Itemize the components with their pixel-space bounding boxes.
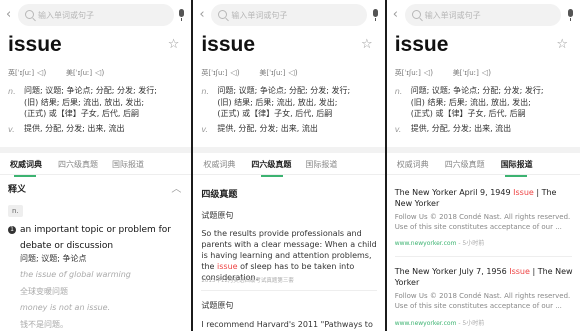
- subheading: 试题原句: [201, 211, 234, 220]
- news-snippet: Follow Us © 2018 Condé Nast. All rights …: [394, 292, 571, 310]
- tab-underline: [14, 175, 36, 177]
- news-title[interactable]: The New Yorker April 9, 1949 Issue | The…: [395, 187, 573, 209]
- news-snippet: Follow Us © 2018 Condé Nast. All rights …: [394, 213, 571, 231]
- speaker-icon[interactable]: ◁): [424, 68, 433, 77]
- sense-definition-en: an important topic or problem for debate…: [20, 225, 172, 251]
- news-title[interactable]: The New Yorker July 7, 1956 Issue | The …: [395, 266, 573, 288]
- section-title: 释义: [8, 185, 27, 195]
- tab-bar: 权威词典 四六级真题 国际报道: [386, 156, 580, 177]
- basic-definition: 提供, 分配, 分发; 出来, 流出: [217, 124, 318, 133]
- star-icon[interactable]: ☆: [556, 37, 568, 52]
- mic-icon[interactable]: [372, 9, 378, 21]
- phonetic-uk[interactable]: 英[ˈɪʃuː] ◁): [8, 68, 46, 78]
- chevron-up-icon[interactable]: ︿: [171, 180, 181, 195]
- panel-dictionary: ‹ issue ☆ 英[ˈɪʃuː]◁) 美[ˈɪʃuː]◁) n. 问题; 议…: [0, 0, 192, 331]
- highlight-word: Issue: [513, 188, 534, 197]
- search-bar[interactable]: [404, 4, 561, 26]
- speaker-icon[interactable]: ◁): [288, 68, 297, 77]
- news-source[interactable]: www.newyorker.com - 5小时前: [395, 318, 485, 327]
- tab-bar: 权威词典 四六级真题 国际报道: [193, 156, 385, 177]
- top-bar: ‹: [387, 4, 580, 26]
- pos-badge: n.: [8, 205, 23, 217]
- tab-international-news[interactable]: 国际报道: [305, 159, 337, 170]
- top-bar: ‹: [0, 4, 191, 26]
- pos-label: v.: [201, 125, 208, 134]
- divider: [201, 290, 377, 291]
- top-bar: ‹: [193, 4, 384, 26]
- tab-bar: 权威词典 四六级真题 国际报道: [0, 156, 192, 177]
- phonetic-uk[interactable]: 英[ˈɪʃuː] ◁): [201, 68, 239, 78]
- example-en: money is not an issue.: [20, 303, 111, 312]
- basic-definition: 问题; 议题; 争论点; 分配; 分发; 发行; (旧) 结果; 后果; 流出, …: [217, 86, 351, 118]
- back-arrow-icon[interactable]: ‹: [6, 8, 11, 22]
- example-en: the issue of global warming: [20, 270, 131, 279]
- panel-news: ‹ issue ☆ 英[ˈɪʃuː]◁) 美[ˈɪʃuː]◁) n. 问题; 议…: [386, 0, 580, 331]
- speaker-icon[interactable]: ◁): [37, 68, 46, 77]
- tab-international-news[interactable]: 国际报道: [501, 159, 533, 170]
- headword: issue: [201, 33, 256, 56]
- highlight-word: Issue: [509, 267, 530, 276]
- back-arrow-icon[interactable]: ‹: [393, 8, 398, 22]
- divider: [386, 147, 580, 153]
- sense-number: 1: [8, 226, 16, 234]
- section-title: 四级真题: [201, 190, 238, 200]
- phonetic-us[interactable]: 美[ˈɪʃuː] ◁): [66, 68, 104, 78]
- sense-definition-cn: 问题; 议题; 争论点: [20, 254, 87, 263]
- panel-cet: ‹ issue ☆ 英[ˈɪʃuː]◁) 美[ˈɪʃuː]◁) n. 问题; 议…: [193, 0, 385, 331]
- search-input[interactable]: [38, 7, 166, 23]
- example-cn: 全球变暖问题: [20, 287, 68, 296]
- tab-cet-questions[interactable]: 四六级真题: [445, 159, 485, 170]
- pos-label: v.: [394, 125, 402, 134]
- pos-label: v.: [8, 125, 15, 134]
- mic-icon[interactable]: [179, 9, 185, 21]
- basic-definition: 问题; 议题; 争论点; 分配; 分发; 发行; (旧) 结果; 后果; 流出, …: [410, 86, 544, 118]
- exam-sentence: I recommend Harvard's 2011 "Pathways to: [201, 320, 373, 329]
- mic-icon[interactable]: [568, 9, 574, 21]
- basic-definition: 问题; 议题; 争论点; 分配; 分发; 发行; (旧) 结果; 后果; 流出, …: [24, 86, 157, 118]
- basic-definition: 提供, 分配, 分发; 出来, 流出: [24, 124, 125, 133]
- search-bar[interactable]: [211, 4, 368, 26]
- headword: issue: [8, 33, 62, 56]
- divider: [0, 147, 192, 153]
- news-source[interactable]: www.newyorker.com - 5小时前: [395, 238, 485, 247]
- star-icon[interactable]: ☆: [168, 37, 180, 52]
- search-icon: [411, 10, 421, 19]
- tab-cet-questions[interactable]: 四六级真题: [58, 159, 98, 170]
- tab-authoritative-dict[interactable]: 权威词典: [203, 159, 235, 170]
- basic-definition: 提供, 分配, 分发; 出来, 流出: [410, 124, 512, 133]
- subheading: 试题原句: [201, 301, 234, 310]
- tab-underline: [504, 175, 527, 177]
- speaker-icon[interactable]: ◁): [230, 68, 239, 77]
- phonetic-uk[interactable]: 英[ˈɪʃuː] ◁): [395, 68, 433, 78]
- search-icon: [25, 10, 34, 19]
- star-icon[interactable]: ☆: [361, 37, 373, 52]
- pos-label: n.: [394, 87, 403, 96]
- search-icon: [218, 10, 228, 19]
- search-input[interactable]: [231, 7, 360, 23]
- phonetic-us[interactable]: 美[ˈɪʃuː] ◁): [453, 68, 491, 78]
- tab-authoritative-dict[interactable]: 权威词典: [10, 159, 42, 170]
- divider: [394, 256, 573, 257]
- speaker-icon[interactable]: ◁): [482, 68, 491, 77]
- exam-source: 2013年12月英语四级考试真题第三套: [201, 278, 294, 284]
- tab-cet-questions[interactable]: 四六级真题: [251, 159, 291, 170]
- back-arrow-icon[interactable]: ‹: [199, 8, 204, 22]
- example-cn: 钱不是问题。: [20, 320, 68, 329]
- highlight-word: issue: [217, 262, 238, 271]
- search-bar[interactable]: [18, 4, 174, 26]
- tab-underline: [261, 175, 284, 177]
- exam-sentence: So the results provide professionals and…: [201, 229, 377, 282]
- pos-label: n.: [201, 87, 209, 96]
- search-input[interactable]: [424, 7, 553, 23]
- divider: [193, 147, 385, 153]
- pos-label: n.: [8, 87, 16, 96]
- tab-international-news[interactable]: 国际报道: [112, 159, 144, 170]
- phonetic-us[interactable]: 美[ˈɪʃuː] ◁): [259, 68, 297, 78]
- headword: issue: [394, 33, 449, 56]
- tab-authoritative-dict[interactable]: 权威词典: [397, 159, 429, 170]
- speaker-icon[interactable]: ◁): [95, 68, 104, 77]
